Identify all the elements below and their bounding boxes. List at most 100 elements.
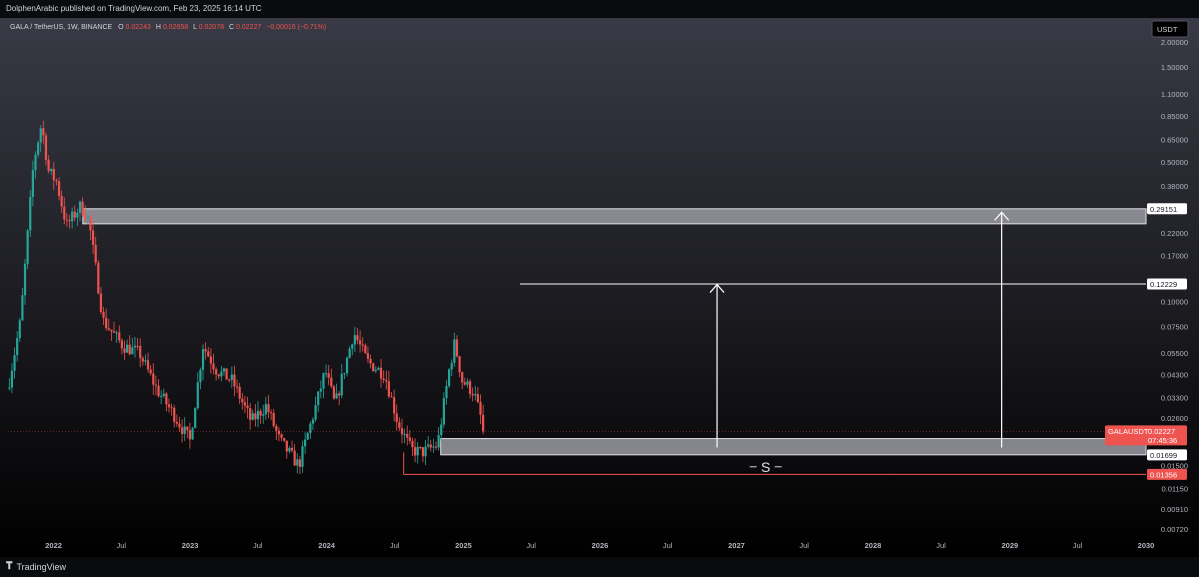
- candle-body-133: [356, 335, 359, 341]
- candle-body-168: [448, 369, 451, 386]
- x-tick-3: Jul: [253, 541, 263, 550]
- candle-body-106: [285, 440, 288, 452]
- candle-body-75: [204, 349, 207, 352]
- candle-body-134: [358, 340, 362, 345]
- candle-body-129: [345, 357, 349, 374]
- x-tick-1: Jul: [117, 541, 127, 550]
- candle-body-128: [343, 373, 346, 375]
- y-tick-13: 0.05500: [1161, 349, 1188, 358]
- candle-body-41: [115, 332, 118, 334]
- legend-close: 0.02227: [236, 24, 261, 31]
- legend-high: 0.02658: [163, 24, 188, 31]
- price-tag-label-0: 0.29151: [1150, 205, 1177, 214]
- candle-body-87: [235, 386, 239, 388]
- price-tag-label-3: 0.01699: [1150, 451, 1177, 460]
- candle-body-33: [94, 244, 97, 263]
- y-tick-8: 0.22000: [1161, 229, 1188, 238]
- y-tick-15: 0.03300: [1161, 393, 1188, 402]
- x-tick-8: 2026: [592, 541, 609, 550]
- candle-body-59: [162, 393, 165, 396]
- candle-body-56: [154, 384, 158, 386]
- candle-body-81: [220, 371, 223, 377]
- candle-body-181: [482, 414, 485, 432]
- candle-body-36: [102, 311, 105, 318]
- candle-body-78: [212, 363, 215, 370]
- candle-body-97: [262, 414, 265, 416]
- brand-name: TradingView: [16, 561, 66, 572]
- y-tick-4: 0.65000: [1161, 135, 1188, 144]
- legend-open-label: O: [118, 24, 124, 31]
- y-tick-9: 0.17000: [1161, 251, 1188, 260]
- currency-label: USDT: [1157, 25, 1178, 34]
- price-tag-label-4: 0.01356: [1150, 470, 1177, 479]
- candle-body-113: [304, 439, 307, 447]
- legend-high-label: H: [156, 24, 161, 31]
- candle-body-48: [133, 345, 137, 348]
- chart-legend: GALA / TetherUS, 1W, BINANCE O 0.02243 H…: [10, 24, 326, 31]
- candle-body-167: [445, 385, 448, 399]
- x-tick-4: 2024: [318, 541, 336, 550]
- currency-badge[interactable]: USDT: [1151, 20, 1189, 38]
- candle-body-14: [44, 135, 48, 160]
- candle-body-67: [183, 426, 186, 434]
- y-tick-22: 0.00720: [1161, 525, 1188, 534]
- y-tick-16: 0.02600: [1161, 414, 1188, 423]
- candle-body-12: [39, 128, 42, 143]
- candle-body-147: [393, 397, 396, 414]
- candle-body-7: [26, 230, 29, 264]
- legend-close-label: C: [229, 24, 234, 31]
- y-tick-20: 0.01150: [1161, 485, 1188, 494]
- legend-change: −0.00016 (−0.71%): [266, 24, 326, 31]
- candle-body-28: [81, 201, 84, 216]
- x-tick-10: 2027: [728, 541, 745, 550]
- candle-body-179: [476, 394, 479, 403]
- candle-body-88: [238, 386, 241, 399]
- candle-body-66: [180, 427, 184, 434]
- candle-body-42: [118, 332, 121, 341]
- candle-body-121: [324, 373, 328, 375]
- footer-bar: 𝐓 TradingView: [0, 557, 1199, 577]
- candle-body-114: [306, 432, 309, 440]
- candle-body-92: [249, 408, 252, 420]
- y-tick-11: 0.10000: [1161, 297, 1188, 306]
- candle-body-154: [411, 440, 414, 448]
- candle-body-65: [178, 423, 181, 428]
- x-tick-15: Jul: [1073, 541, 1083, 550]
- candle-body-157: [419, 446, 422, 448]
- candle-body-119: [319, 388, 322, 392]
- candle-body-144: [385, 379, 388, 382]
- tradingview-brand[interactable]: 𝐓 TradingView: [6, 561, 66, 572]
- candle-body-132: [353, 335, 356, 345]
- candle-body-104: [280, 434, 283, 438]
- resistance-zone: [82, 208, 1147, 225]
- candle-body-58: [160, 395, 163, 397]
- candle-body-24: [71, 211, 74, 222]
- candle-body-68: [186, 426, 189, 431]
- candle-body-148: [395, 413, 398, 423]
- y-tick-0: 2.00000: [1161, 38, 1188, 47]
- chart-background: [0, 18, 1199, 557]
- y-tick-2: 1.10000: [1161, 90, 1188, 99]
- x-tick-9: Jul: [663, 541, 673, 550]
- candle-body-177: [471, 393, 474, 396]
- candle-body-108: [290, 447, 294, 451]
- candle-body-111: [298, 459, 301, 467]
- candle-body-125: [335, 393, 338, 399]
- svg-text:GALA / TetherUS, 1W, BINANCE: GALA / TetherUS, 1W, BINANCE O 0.02243 H…: [10, 24, 326, 31]
- candle-body-174: [463, 382, 466, 385]
- x-tick-11: Jul: [799, 541, 809, 550]
- candle-body-2: [13, 355, 16, 371]
- candle-body-141: [377, 367, 380, 370]
- candle-body-83: [225, 368, 228, 380]
- price-chart[interactable]: S 2.00000 1.50000 1.10000 0.85000 0.65000 0.5…: [0, 18, 1199, 557]
- candle-body-64: [175, 421, 178, 424]
- candle-body-102: [275, 426, 278, 431]
- publish-info: DolphenArabic published on TradingView.c…: [6, 4, 262, 13]
- x-tick-13: Jul: [936, 541, 946, 550]
- candle-body-1: [10, 370, 14, 388]
- legend-low-label: L: [193, 24, 197, 31]
- candle-body-90: [243, 402, 247, 406]
- candle-body-0: [8, 387, 11, 389]
- candle-body-117: [314, 405, 317, 420]
- candle-body-142: [379, 367, 383, 379]
